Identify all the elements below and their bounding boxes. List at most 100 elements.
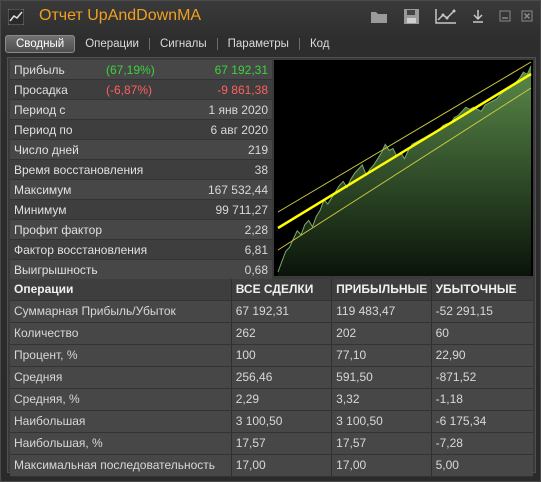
- trades-table: Операции ВСЕ СДЕЛКИ ПРИБЫЛЬНЫЕ УБЫТОЧНЫЕ…: [10, 279, 533, 477]
- table-row: Процент, % 100 77,10 22,90: [10, 345, 533, 367]
- open-folder-button[interactable]: [369, 6, 389, 26]
- table-cell: 17,57: [232, 433, 333, 454]
- stat-label: Просадка: [14, 83, 68, 97]
- minimize-button[interactable]: [497, 6, 513, 26]
- equity-chart: [274, 60, 533, 276]
- stat-label: Фактор восстановления: [14, 243, 148, 257]
- folder-icon: [371, 11, 387, 23]
- table-cell: Процент, %: [10, 345, 232, 366]
- table-cell: -52 291,15: [435, 304, 493, 318]
- table-cell: 17,00: [332, 455, 432, 476]
- stat-row-maximum: Максимум 167 532,44: [10, 180, 272, 200]
- table-row: Средняя, % 2,29 3,32 -1,18: [10, 389, 533, 411]
- tab-operations[interactable]: Операции: [75, 36, 149, 52]
- table-cell: Наибольшая: [10, 411, 232, 432]
- table-cell: 17,00: [232, 455, 333, 476]
- table-cell: Максимальная последовательность: [10, 455, 232, 476]
- table-row: Суммарная Прибыль/Убыток 67 192,31 119 4…: [10, 301, 533, 323]
- stat-row-profit: Прибыль (67,19%) 67 192,31: [10, 60, 272, 80]
- table-cell: 5,00: [435, 458, 459, 472]
- table-cell: -871,52: [435, 370, 477, 384]
- stat-label: Время восстановления: [14, 163, 144, 177]
- download-button[interactable]: [470, 6, 486, 26]
- tab-bar: Сводный Операции Сигналы Параметры Код: [5, 35, 536, 53]
- stat-label: Минимум: [14, 203, 67, 217]
- table-cell: 262: [232, 323, 333, 344]
- table-cell: 17,57: [332, 433, 432, 454]
- stats-list: Прибыль (67,19%) 67 192,31 Просадка (-6,…: [10, 60, 272, 280]
- app-icon: [8, 9, 24, 25]
- table-cell: Количество: [10, 323, 232, 344]
- table-cell: -6 175,34: [435, 414, 487, 428]
- table-cell: 22,90: [435, 348, 466, 362]
- stat-value: 2,28: [244, 223, 268, 237]
- stat-value: 167 532,44: [207, 183, 268, 197]
- stat-value: 0,68: [244, 263, 268, 277]
- table-row: Средняя 256,46 591,50 -871,52: [10, 367, 533, 389]
- stat-row-period-from: Период с 1 янв 2020: [10, 100, 272, 120]
- stat-value: 6,81: [244, 243, 268, 257]
- table-header-cell: Операции: [10, 279, 232, 300]
- table-cell: 100: [232, 345, 333, 366]
- table-row: Наибольшая, % 17,57 17,57 -7,28: [10, 433, 533, 455]
- equity-chart-svg: [277, 61, 532, 276]
- stat-percent: (-6,87%): [106, 83, 153, 97]
- table-cell: Средняя, %: [10, 389, 232, 410]
- table-cell: 119 483,47: [332, 301, 432, 322]
- stat-row-win-rate: Выигрышность 0,68: [10, 260, 272, 280]
- stat-value: 67 192,31: [214, 63, 268, 77]
- table-cell: 3 100,50: [232, 411, 333, 432]
- table-cell: 256,46: [232, 367, 333, 388]
- table-header-cell: УБЫТОЧНЫЕ: [435, 282, 517, 296]
- stat-row-minimum: Минимум 99 711,27: [10, 200, 272, 220]
- table-cell: 67 192,31: [232, 301, 333, 322]
- save-button[interactable]: [401, 6, 421, 26]
- table-cell: Средняя: [10, 367, 232, 388]
- table-cell: 60: [435, 326, 449, 340]
- stat-value: 219: [247, 143, 268, 157]
- tab-summary[interactable]: Сводный: [5, 35, 76, 53]
- window-title: Отчет UpAndDownMA: [39, 7, 202, 24]
- close-icon: [521, 10, 533, 22]
- stat-value: 6 авг 2020: [210, 123, 268, 137]
- table-cell: -7,28: [435, 436, 463, 450]
- table-cell: 591,50: [332, 367, 432, 388]
- stat-label: Период с: [14, 103, 66, 117]
- floppy-icon: [403, 8, 419, 24]
- table-cell: 3 100,50: [332, 411, 432, 432]
- table-cell: -1,18: [435, 392, 463, 406]
- table-cell: 3,32: [332, 389, 432, 410]
- stat-value: 1 янв 2020: [208, 103, 268, 117]
- report-window: Отчет UpAndDownMA Сводный Операции Сигна…: [0, 0, 541, 482]
- stat-row-recovery-factor: Фактор восстановления 6,81: [10, 240, 272, 260]
- chart-button[interactable]: [433, 6, 459, 26]
- tab-parameters[interactable]: Параметры: [218, 36, 299, 52]
- stat-row-drawdown: Просадка (-6,87%) -9 861,38: [10, 80, 272, 100]
- stat-label: Прибыль: [14, 63, 65, 77]
- table-row: Наибольшая 3 100,50 3 100,50 -6 175,34: [10, 411, 533, 433]
- close-button[interactable]: [519, 6, 535, 26]
- stat-percent: (67,19%): [106, 63, 155, 77]
- stat-label: Выигрышность: [14, 263, 98, 277]
- table-cell: 2,29: [232, 389, 333, 410]
- minimize-icon: [499, 10, 511, 22]
- table-header-cell: ПРИБЫЛЬНЫЕ: [332, 279, 432, 300]
- stat-row-period-to: Период по 6 авг 2020: [10, 120, 272, 140]
- stat-row-recovery-time: Время восстановления 38: [10, 160, 272, 180]
- stat-value: 38: [254, 163, 268, 177]
- table-header-row: Операции ВСЕ СДЕЛКИ ПРИБЫЛЬНЫЕ УБЫТОЧНЫЕ: [10, 279, 533, 301]
- download-arrow-icon: [473, 10, 483, 23]
- stat-value: 99 711,27: [215, 203, 269, 217]
- stat-value: -9 861,38: [217, 83, 268, 97]
- stat-row-profit-factor: Профит фактор 2,28: [10, 220, 272, 240]
- stat-label: Профит фактор: [14, 223, 103, 237]
- table-cell: 202: [332, 323, 432, 344]
- table-cell: Суммарная Прибыль/Убыток: [10, 301, 232, 322]
- stat-label: Число дней: [14, 143, 79, 157]
- stat-label: Максимум: [14, 183, 72, 197]
- tab-signals[interactable]: Сигналы: [150, 36, 217, 52]
- tab-code[interactable]: Код: [300, 36, 340, 52]
- summary-panel: Прибыль (67,19%) 67 192,31 Просадка (-6,…: [7, 57, 536, 477]
- stat-row-days: Число дней 219: [10, 140, 272, 160]
- table-header-cell: ВСЕ СДЕЛКИ: [232, 279, 333, 300]
